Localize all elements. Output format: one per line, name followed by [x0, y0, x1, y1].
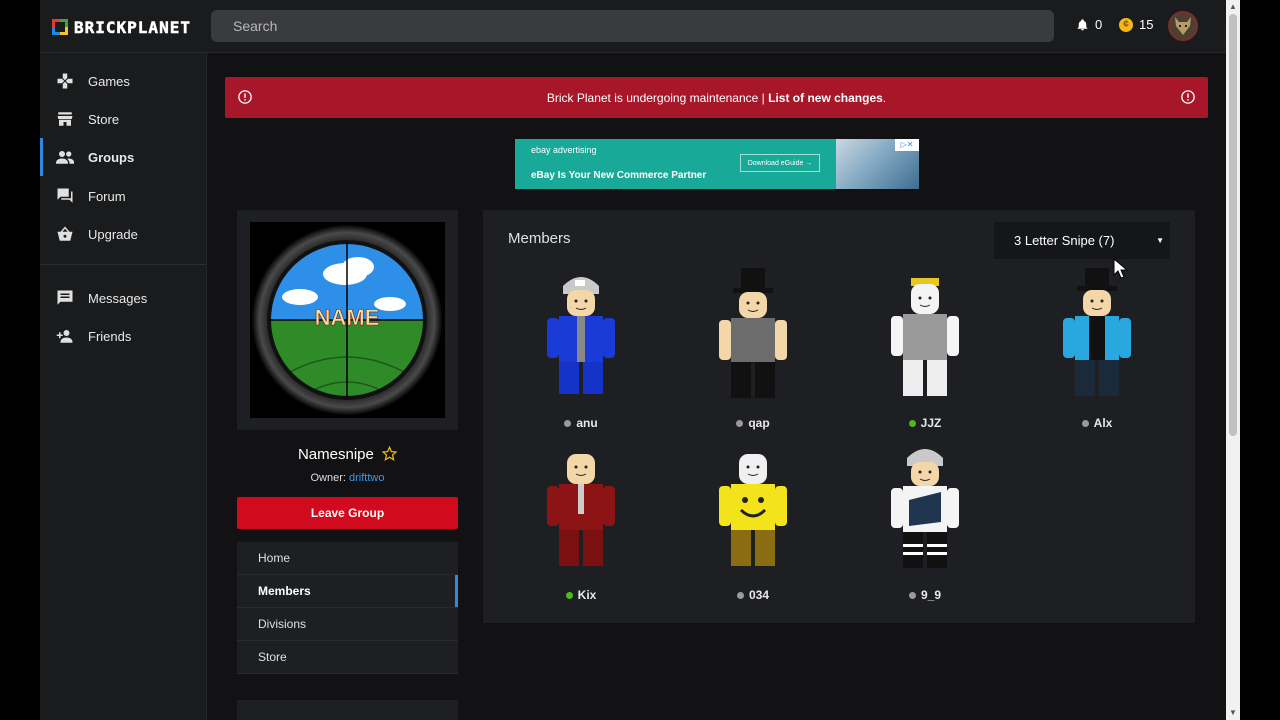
member-card[interactable]: JJZ: [850, 268, 1000, 438]
member-card[interactable]: 9_9: [850, 440, 1000, 610]
member-avatar[interactable]: [713, 440, 793, 575]
scroll-up-icon[interactable]: ▲: [1226, 0, 1240, 14]
notification-count: 0: [1095, 17, 1103, 32]
member-name[interactable]: 9_9: [921, 588, 941, 602]
member-name[interactable]: anu: [576, 416, 597, 430]
user-avatar[interactable]: [1168, 11, 1198, 41]
member-card[interactable]: Kix: [506, 440, 656, 610]
group-title: Namesnipe: [237, 445, 458, 463]
group-nav-home[interactable]: Home: [237, 542, 458, 575]
bell-icon: [1077, 18, 1088, 30]
sidebar-item-label: Games: [88, 73, 130, 89]
leave-group-button[interactable]: Leave Group: [237, 497, 458, 529]
group-nav-divisions[interactable]: Divisions: [237, 608, 458, 641]
add-friend-icon: [56, 327, 74, 345]
mouse-cursor-icon: [1113, 258, 1129, 279]
sidebar-item-label: Friends: [88, 328, 132, 344]
gamepad-icon: [56, 72, 74, 90]
logo-text: BRICKPLANET: [74, 17, 191, 37]
division-selected: 3 Letter Snipe (7): [1014, 233, 1115, 248]
members-panel: Members 3 Letter Snipe (7) ▼ anu qap JJZ…: [483, 210, 1195, 623]
sidebar-item-label: Groups: [88, 149, 135, 165]
group-owner: Owner: drifttwo: [310, 472, 385, 484]
sidebar-item-messages[interactable]: Messages: [40, 279, 206, 317]
avatar-face-icon: [1170, 13, 1196, 39]
maintenance-banner: Brick Planet is undergoing maintenance |…: [225, 77, 1208, 118]
owner-link[interactable]: drifttwo: [349, 472, 384, 484]
member-avatar[interactable]: [541, 440, 621, 575]
sidebar-item-label: Upgrade: [88, 226, 138, 242]
sidebar: Games Store Groups Forum Upgrade Message…: [40, 53, 207, 720]
sidebar-item-upgrade[interactable]: Upgrade: [40, 215, 206, 253]
member-name[interactable]: Alx: [1094, 416, 1113, 430]
currency[interactable]: ¢ 15: [1119, 17, 1153, 32]
ad-headline: eBay Is Your New Commerce Partner: [531, 170, 707, 181]
online-status-icon: [565, 591, 573, 599]
scroll-down-icon[interactable]: ▼: [1226, 706, 1240, 720]
member-card[interactable]: anu: [506, 268, 656, 438]
groups-icon: [56, 148, 74, 166]
group-image-card: NAME: [237, 210, 458, 430]
member-avatar[interactable]: [885, 268, 965, 403]
logo-mark-icon: [52, 19, 68, 35]
group-nav-members[interactable]: Members: [237, 575, 458, 608]
advertisement[interactable]: ebay advertising eBay Is Your New Commer…: [515, 139, 919, 189]
member-name[interactable]: JJZ: [921, 416, 942, 430]
member-avatar[interactable]: [713, 268, 793, 403]
ad-brand: ebay advertising: [531, 145, 597, 155]
ad-choices-icon[interactable]: ▷✕: [895, 139, 919, 151]
search-input[interactable]: [211, 10, 1054, 42]
offline-status-icon: [1081, 419, 1089, 427]
emblem-text: NAME: [315, 305, 380, 330]
members-title: Members: [508, 230, 571, 247]
alert-icon: [1181, 90, 1195, 104]
basket-icon: [56, 225, 74, 243]
offline-status-icon: [908, 591, 916, 599]
forum-icon: [56, 187, 74, 205]
member-card[interactable]: qap: [678, 268, 828, 438]
coin-icon: ¢: [1119, 17, 1133, 32]
banner-text: Brick Planet is undergoing maintenance |…: [546, 90, 887, 105]
currency-amount: 15: [1139, 17, 1154, 32]
sidebar-item-friends[interactable]: Friends: [40, 317, 206, 355]
division-select[interactable]: 3 Letter Snipe (7) ▼: [994, 222, 1170, 259]
app-window: BRICKPLANET 0 ¢ 15 Games Store: [40, 0, 1226, 720]
changes-link[interactable]: List of new changes: [768, 91, 883, 105]
caret-down-icon: ▼: [1156, 236, 1164, 245]
member-avatar[interactable]: [1057, 268, 1137, 403]
sidebar-item-label: Store: [88, 111, 120, 127]
member-name[interactable]: qap: [748, 416, 769, 430]
sidebar-item-forum[interactable]: Forum: [40, 177, 206, 215]
sidebar-item-store[interactable]: Store: [40, 100, 206, 138]
sidebar-item-games[interactable]: Games: [40, 62, 206, 100]
offline-status-icon: [736, 419, 744, 427]
notifications[interactable]: 0: [1076, 17, 1102, 32]
page-scrollbar[interactable]: ▲ ▼: [1226, 0, 1240, 720]
member-card[interactable]: 034: [678, 440, 828, 610]
message-icon: [56, 289, 74, 307]
sidebar-divider: [40, 264, 206, 265]
member-name[interactable]: 034: [749, 588, 769, 602]
alert-icon: [238, 90, 252, 104]
group-nav-store[interactable]: Store: [237, 641, 458, 674]
member-avatar[interactable]: [885, 440, 965, 575]
site-logo[interactable]: BRICKPLANET: [52, 17, 191, 37]
member-name[interactable]: Kix: [578, 588, 597, 602]
offline-status-icon: [564, 419, 572, 427]
group-nav: Home Members Divisions Store: [237, 542, 458, 674]
sidebar-item-label: Messages: [88, 290, 148, 306]
member-avatar[interactable]: [541, 268, 621, 403]
ad-cta-button[interactable]: Download eGuide →: [740, 154, 820, 172]
sidebar-item-label: Forum: [88, 188, 126, 204]
online-status-icon: [908, 419, 916, 427]
group-emblem: NAME: [250, 222, 445, 418]
offline-status-icon: [736, 591, 744, 599]
group-info-card: [237, 700, 458, 720]
star-icon[interactable]: [381, 445, 398, 461]
sidebar-item-groups[interactable]: Groups: [40, 138, 209, 176]
store-icon: [56, 110, 74, 128]
member-card[interactable]: Alx: [1022, 268, 1172, 438]
scroll-thumb[interactable]: [1229, 14, 1237, 436]
top-bar: BRICKPLANET 0 ¢ 15: [40, 0, 1226, 53]
